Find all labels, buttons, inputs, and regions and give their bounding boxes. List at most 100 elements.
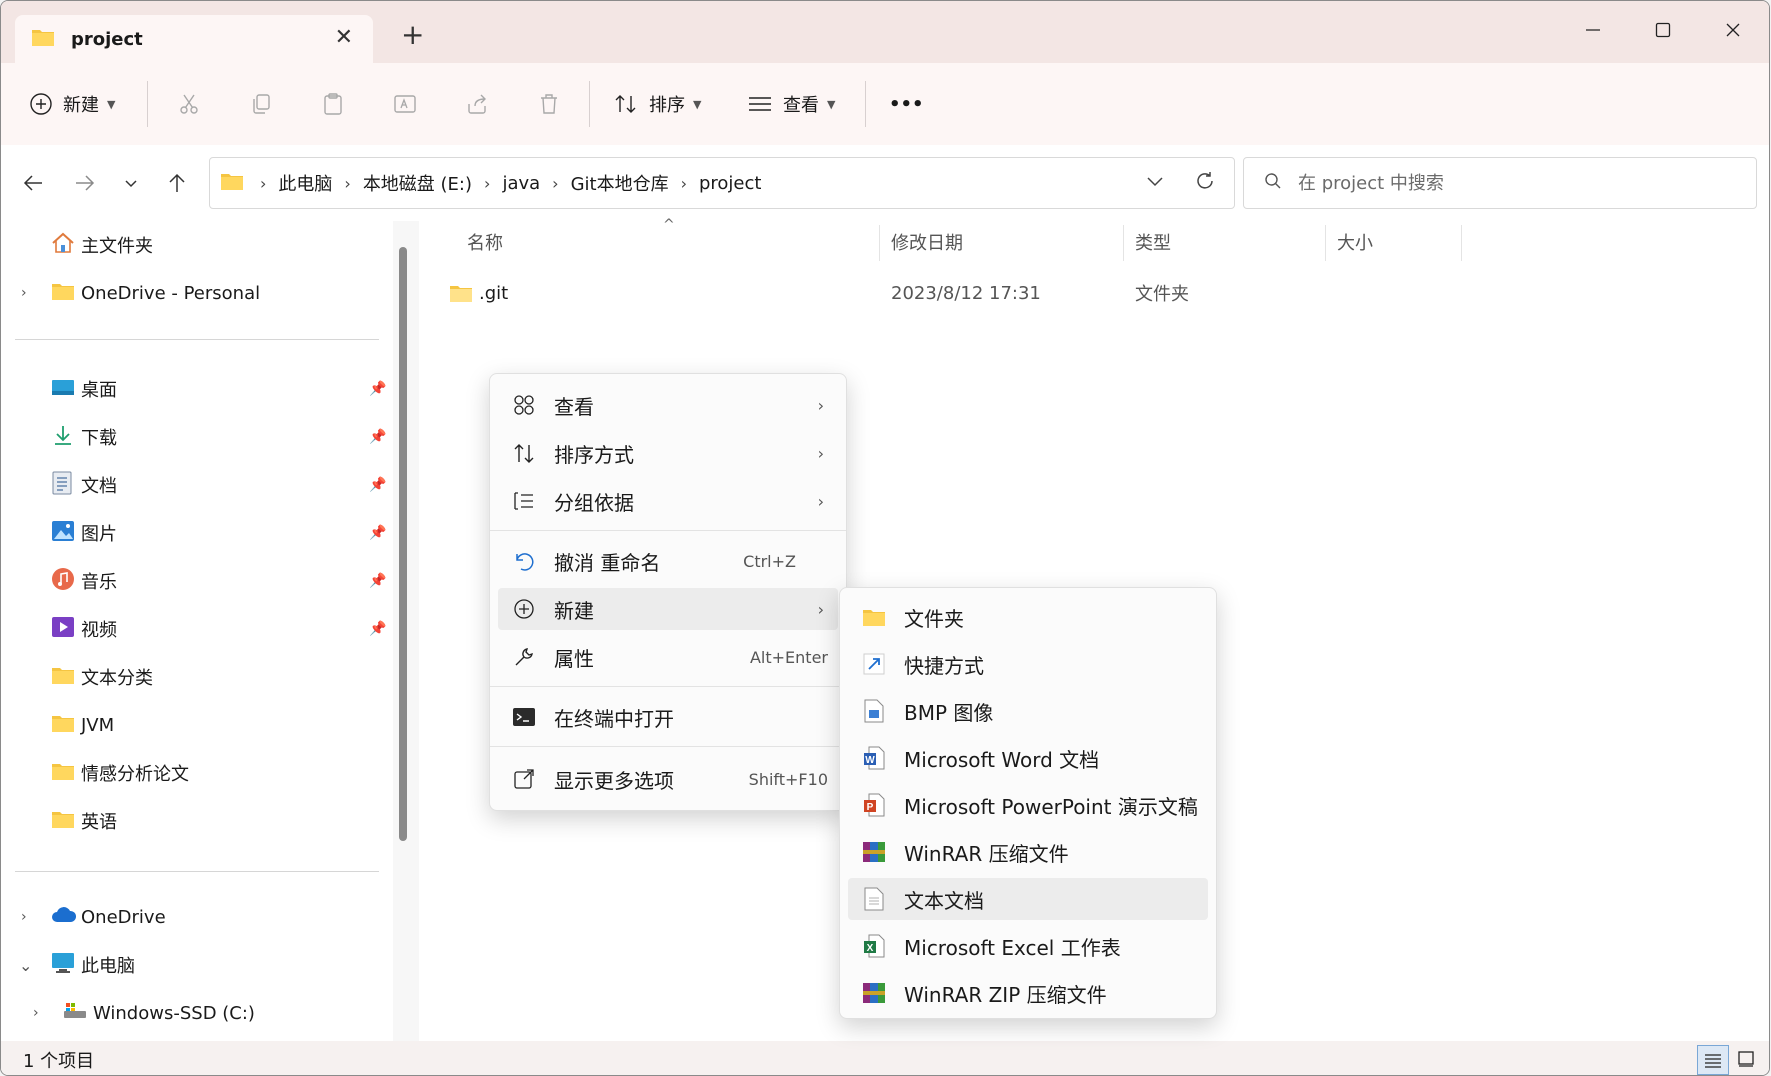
chevron-right-icon[interactable]: › (21, 909, 27, 925)
sidebar-item-videos[interactable]: 视频 📌 (1, 609, 393, 649)
sidebar-item-onedrive-personal[interactable]: › OneDrive - Personal (1, 273, 393, 313)
sidebar-item-desktop[interactable]: 桌面 📌 (1, 369, 393, 409)
sidebar-item-english[interactable]: 英语 (1, 801, 393, 841)
breadcrumb-java[interactable]: java (498, 173, 544, 194)
cut-button[interactable] (177, 63, 201, 145)
sort-button[interactable]: 排序 ▼ (613, 63, 701, 145)
search-input[interactable] (1296, 171, 1720, 195)
submenu-item-folder[interactable]: 文件夹 (848, 596, 1208, 638)
sidebar-item-text-classification[interactable]: 文本分类 (1, 657, 393, 697)
submenu-item-excel[interactable]: X Microsoft Excel 工作表 (848, 925, 1208, 967)
sidebar-item-home[interactable]: 主文件夹 (1, 225, 393, 265)
column-divider[interactable] (1461, 225, 1462, 261)
pin-icon[interactable]: 📌 (369, 477, 386, 493)
sidebar-item-this-pc[interactable]: ⌄ 此电脑 (1, 945, 393, 985)
pin-icon[interactable]: 📌 (369, 573, 386, 589)
item-count: 1 个项目 (23, 1051, 95, 1072)
minimize-button[interactable] (1573, 15, 1613, 45)
pin-icon[interactable]: 📌 (369, 381, 386, 397)
sidebar-item-music[interactable]: 音乐 📌 (1, 561, 393, 601)
menu-item-label: WinRAR 压缩文件 (904, 841, 1069, 866)
tiles-view-button[interactable] (1731, 1045, 1761, 1073)
recent-locations-button[interactable] (113, 165, 149, 201)
sidebar-item-downloads[interactable]: 下载 📌 (1, 417, 393, 457)
breadcrumb-separator: › (552, 173, 559, 193)
sidebar-item-documents[interactable]: 文档 📌 (1, 465, 393, 505)
sidebar-item-windows-ssd[interactable]: › Windows-SSD (C:) (1, 993, 393, 1033)
sort-icon (512, 441, 536, 465)
menu-item-group-by[interactable]: 分组依据 › (498, 480, 838, 522)
column-divider[interactable] (1123, 225, 1124, 261)
back-button[interactable] (15, 165, 51, 201)
copy-button[interactable] (249, 63, 273, 145)
breadcrumb-project[interactable]: project (695, 173, 765, 194)
chevron-right-icon: › (817, 443, 824, 463)
sidebar-item-pictures[interactable]: 图片 📌 (1, 513, 393, 553)
delete-button[interactable] (537, 63, 561, 145)
refresh-button[interactable] (1194, 170, 1216, 197)
close-tab-icon[interactable]: ✕ (335, 25, 353, 50)
forward-button[interactable] (67, 165, 103, 201)
breadcrumb-local-disk-e[interactable]: 本地磁盘 (E:) (359, 170, 476, 196)
pin-icon[interactable]: 📌 (369, 621, 386, 637)
column-header-size[interactable]: 大小 (1337, 221, 1373, 263)
chevron-right-icon[interactable]: › (33, 1005, 39, 1021)
rename-button[interactable] (393, 63, 419, 145)
menu-item-label: 文件夹 (904, 606, 964, 631)
video-icon (51, 616, 75, 643)
chevron-right-icon[interactable]: › (21, 285, 27, 301)
column-divider[interactable] (879, 225, 880, 261)
breadcrumb-git-repo[interactable]: Git本地仓库 (567, 170, 673, 196)
new-tab-button[interactable]: + (401, 21, 424, 49)
submenu-item-bmp[interactable]: BMP 图像 (848, 690, 1208, 732)
word-icon: W (862, 746, 886, 770)
sidebar-item-onedrive[interactable]: › OneDrive (1, 897, 393, 937)
pin-icon[interactable]: 📌 (369, 525, 386, 541)
breadcrumb-this-pc[interactable]: 此电脑 (274, 170, 336, 196)
close-window-button[interactable] (1713, 15, 1753, 45)
sidebar-item-jvm[interactable]: JVM (1, 705, 393, 745)
submenu-item-winrar-zip[interactable]: WinRAR ZIP 压缩文件 (848, 972, 1208, 1014)
paste-button[interactable] (321, 63, 345, 145)
submenu-item-text-document[interactable]: 文本文档 (848, 878, 1208, 920)
maximize-button[interactable] (1643, 15, 1683, 45)
tab-project[interactable]: project ✕ (15, 15, 373, 63)
submenu-item-shortcut[interactable]: 快捷方式 (848, 643, 1208, 685)
address-bar[interactable]: › 此电脑 › 本地磁盘 (E:) › java › Git本地仓库 › pro… (209, 157, 1235, 209)
breadcrumb-separator: › (344, 173, 351, 193)
menu-item-view[interactable]: 查看 › (498, 384, 838, 426)
chevron-down-icon[interactable]: ⌄ (19, 956, 32, 975)
svg-text:W: W (865, 755, 875, 766)
menu-item-sort-by[interactable]: 排序方式 › (498, 432, 838, 474)
view-button[interactable]: 查看 ▼ (747, 63, 835, 145)
more-options-button[interactable]: ••• (889, 63, 924, 145)
column-header-type[interactable]: 类型 (1135, 221, 1171, 263)
column-header-label: 修改日期 (891, 233, 963, 254)
menu-item-open-in-terminal[interactable]: 在终端中打开 (498, 696, 838, 738)
column-header-name[interactable]: 名称 (467, 221, 503, 263)
address-history-button[interactable] (1144, 170, 1166, 197)
music-icon (51, 567, 75, 596)
details-view-button[interactable] (1697, 1045, 1729, 1075)
new-button[interactable]: 新建 ▼ (29, 63, 115, 145)
share-button[interactable] (465, 63, 489, 145)
submenu-item-winrar[interactable]: WinRAR 压缩文件 (848, 831, 1208, 873)
menu-item-show-more-options[interactable]: 显示更多选项 Shift+F10 (498, 758, 838, 800)
sidebar-item-sentiment-papers[interactable]: 情感分析论文 (1, 753, 393, 793)
menu-item-undo-rename[interactable]: 撤消 重命名 Ctrl+Z (498, 540, 838, 582)
menu-item-new[interactable]: 新建 › (498, 588, 838, 630)
submenu-item-powerpoint[interactable]: P Microsoft PowerPoint 演示文稿 (848, 784, 1208, 826)
menu-item-label: 查看 (554, 394, 594, 419)
menu-item-properties[interactable]: 属性 Alt+Enter (498, 636, 838, 678)
column-header-modified[interactable]: 修改日期 (891, 221, 963, 263)
table-row[interactable]: .git 2023/8/12 17:31 文件夹 (429, 273, 1429, 313)
submenu-item-word[interactable]: W Microsoft Word 文档 (848, 737, 1208, 779)
menu-separator (490, 746, 846, 747)
pin-icon[interactable]: 📌 (369, 429, 386, 445)
group-icon (512, 489, 536, 513)
trash-icon (541, 94, 557, 114)
column-divider[interactable] (1325, 225, 1326, 261)
sidebar-scrollbar-thumb[interactable] (399, 247, 407, 841)
search-box[interactable] (1243, 157, 1757, 209)
up-button[interactable] (159, 165, 195, 201)
